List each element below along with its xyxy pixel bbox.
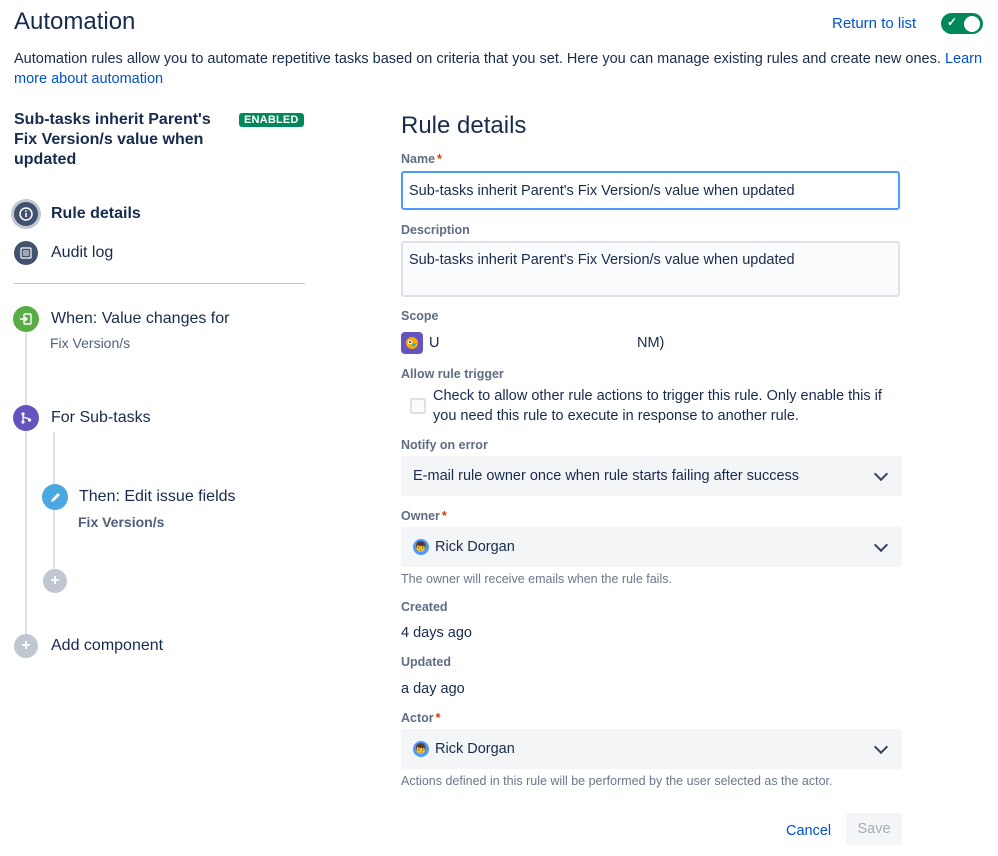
chevron-down-icon	[873, 537, 889, 553]
allow-trigger-checkbox[interactable]	[410, 398, 426, 414]
trigger-title[interactable]: When: Value changes for	[51, 310, 229, 328]
created-value: 4 days ago	[401, 625, 472, 641]
actor-select[interactable]: 👦 Rick Dorgan	[401, 729, 902, 769]
owner-label: Owner *	[401, 509, 447, 523]
rule-name-heading: Sub-tasks inherit Parent's Fix Version/s…	[14, 111, 211, 168]
actor-option: 👦 Rick Dorgan	[413, 741, 515, 757]
branch-title[interactable]: For Sub-tasks	[51, 409, 151, 427]
tree-line-main	[25, 330, 27, 640]
sidebar-divider	[14, 283, 305, 284]
scope-label: Scope	[401, 309, 439, 323]
scope-value-start: U	[429, 335, 440, 351]
save-button[interactable]: Save	[846, 813, 902, 845]
chevron-down-icon	[873, 739, 889, 755]
add-component-icon[interactable]: +	[14, 634, 38, 658]
name-label-text: Name	[401, 152, 436, 166]
rule-enabled-toggle[interactable]: ✓	[941, 13, 983, 34]
add-branch-component-icon[interactable]: +	[43, 569, 67, 593]
required-marker: *	[441, 509, 447, 523]
name-label: Name *	[401, 152, 442, 166]
avatar: 👦	[413, 741, 429, 757]
action-subtitle: Fix Version/s	[78, 514, 165, 530]
notify-select[interactable]: E-mail rule owner once when rule starts …	[401, 456, 902, 496]
nav-rule-details[interactable]: Rule details	[14, 202, 141, 226]
info-icon	[14, 202, 38, 226]
created-label: Created	[401, 600, 448, 614]
toggle-knob	[964, 15, 980, 32]
owner-value: Rick Dorgan	[435, 539, 515, 555]
description-textarea[interactable]: Sub-tasks inherit Parent's Fix Version/s…	[401, 241, 900, 297]
owner-option: 👦 Rick Dorgan	[413, 539, 515, 555]
chevron-down-icon	[873, 466, 889, 482]
notify-value: E-mail rule owner once when rule starts …	[413, 468, 800, 484]
owner-select[interactable]: 👦 Rick Dorgan	[401, 527, 902, 567]
cancel-button[interactable]: Cancel	[772, 815, 845, 847]
description-label: Description	[401, 223, 470, 237]
avatar: 👦	[413, 539, 429, 555]
return-to-list-link[interactable]: Return to list	[832, 15, 916, 32]
add-component-label[interactable]: Add component	[51, 637, 163, 655]
allow-trigger-label: Allow rule trigger	[401, 367, 504, 381]
updated-value: a day ago	[401, 681, 465, 697]
updated-label: Updated	[401, 655, 451, 669]
actor-label-text: Actor	[401, 711, 434, 725]
allow-trigger-text: Check to allow other rule actions to tri…	[433, 388, 882, 424]
nav-label: Audit log	[51, 244, 114, 261]
branch-icon[interactable]	[13, 405, 39, 431]
intro-text: Automation rules allow you to automate r…	[14, 49, 994, 89]
status-badge: ENABLED	[239, 113, 304, 127]
scope-value-end: NM)	[637, 335, 665, 351]
required-marker: *	[435, 711, 441, 725]
notify-label: Notify on error	[401, 438, 488, 452]
name-input[interactable]	[401, 171, 900, 210]
actor-value: Rick Dorgan	[435, 741, 515, 757]
required-marker: *	[437, 152, 442, 166]
list-icon	[14, 241, 38, 265]
nav-label: Rule details	[51, 205, 141, 222]
actor-label: Actor *	[401, 711, 441, 725]
owner-label-text: Owner	[401, 509, 440, 523]
trigger-icon[interactable]	[13, 306, 39, 332]
action-title[interactable]: Then: Edit issue fields	[79, 488, 236, 506]
owner-helper-text: The owner will receive emails when the r…	[401, 572, 672, 586]
pencil-icon[interactable]	[42, 484, 68, 510]
project-avatar-icon	[401, 332, 423, 354]
page-title: Automation	[14, 8, 136, 35]
intro-description: Automation rules allow you to automate r…	[14, 51, 945, 67]
nav-audit-log[interactable]: Audit log	[14, 241, 113, 265]
check-icon: ✓	[947, 15, 958, 29]
actor-helper-text: Actions defined in this rule will be per…	[401, 774, 833, 788]
section-title: Rule details	[401, 112, 527, 139]
trigger-subtitle: Fix Version/s	[50, 335, 131, 351]
